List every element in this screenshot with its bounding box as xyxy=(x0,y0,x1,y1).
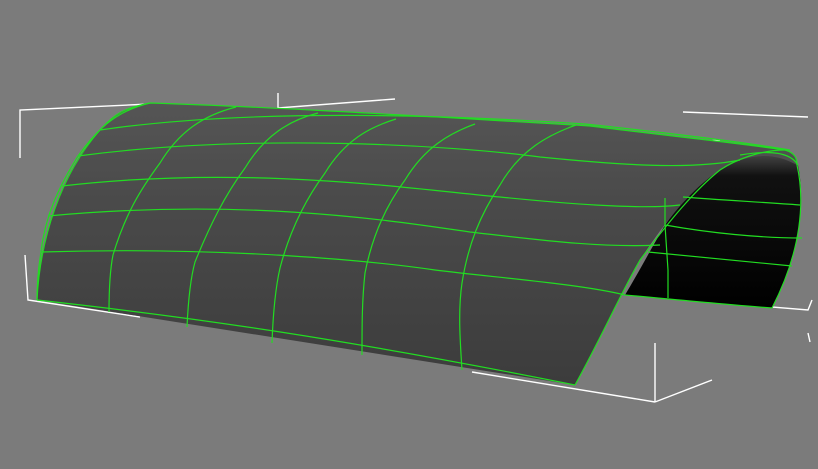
3d-viewport[interactable] xyxy=(0,0,818,469)
viewport-canvas[interactable] xyxy=(0,0,818,469)
